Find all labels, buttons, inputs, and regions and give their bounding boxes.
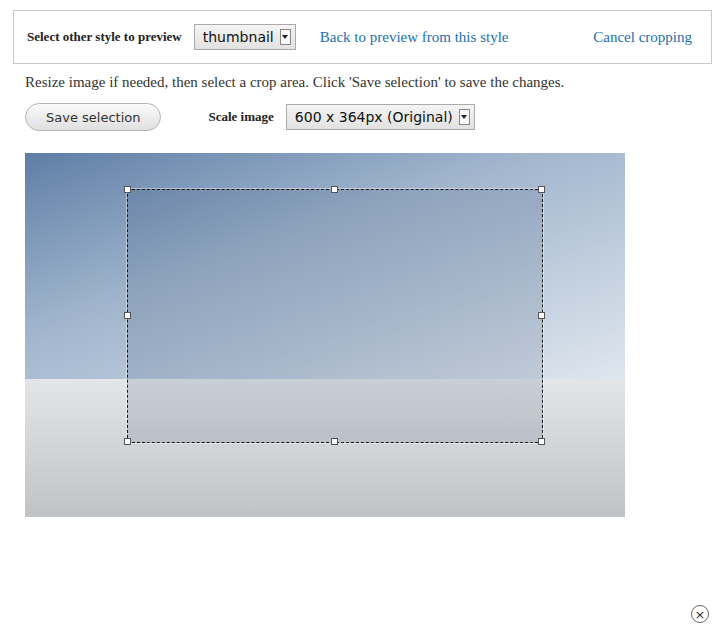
back-link[interactable]: Back to preview from this style (320, 29, 509, 46)
dropdown-arrow-icon (280, 29, 291, 45)
controls-row: Save selection Scale image 600 x 364px (Or… (25, 103, 726, 131)
crop-handle[interactable] (124, 438, 131, 445)
crop-selection[interactable] (127, 189, 543, 443)
scale-select[interactable]: 600 x 364px (Original) (286, 104, 475, 130)
crop-dialog: Select other style to preview thumbnail Ba… (0, 0, 726, 637)
crop-handle[interactable] (538, 312, 545, 319)
crop-handle[interactable] (331, 186, 338, 193)
scale-label: Scale image (208, 109, 273, 125)
style-select[interactable]: thumbnail (194, 24, 296, 50)
dropdown-arrow-icon (459, 109, 470, 125)
crop-handle[interactable] (124, 312, 131, 319)
save-button[interactable]: Save selection (25, 103, 161, 131)
style-label: Select other style to preview (27, 29, 182, 45)
crop-handle[interactable] (538, 438, 545, 445)
style-bar: Select other style to preview thumbnail Ba… (13, 10, 712, 64)
instructions: Resize image if needed, then select a cr… (25, 73, 726, 91)
crop-handle[interactable] (124, 186, 131, 193)
close-button[interactable]: × (691, 605, 709, 623)
cancel-link[interactable]: Cancel cropping (593, 29, 692, 46)
image-canvas (25, 153, 625, 517)
crop-handle[interactable] (331, 438, 338, 445)
crop-handle[interactable] (538, 186, 545, 193)
